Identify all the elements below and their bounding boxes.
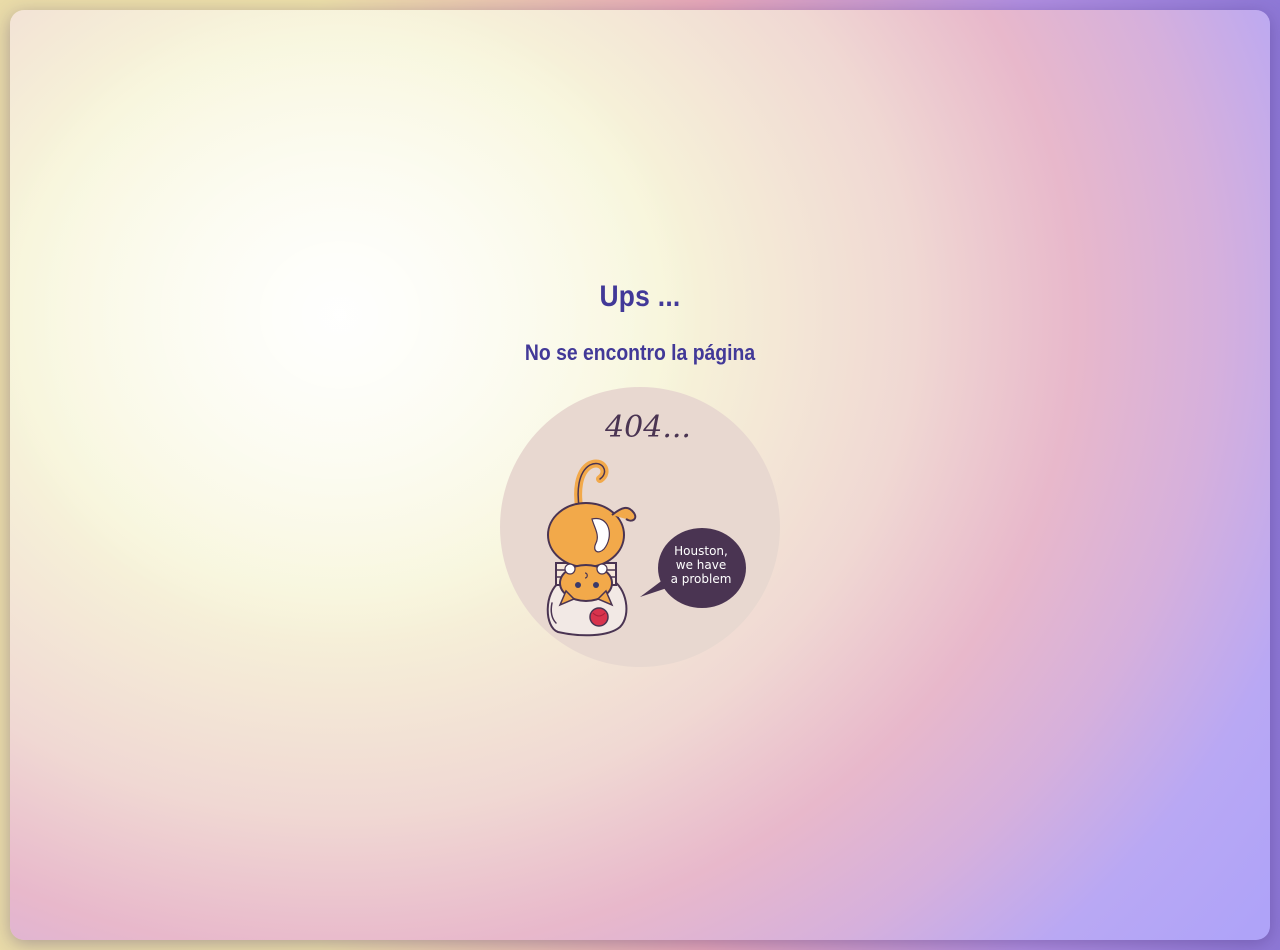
error-title: Ups ... [599, 280, 681, 313]
error-code-text: 404... [604, 410, 691, 445]
error-card: Ups ... No se encontro la página 404... [10, 10, 1270, 940]
yarn-ball-icon [589, 607, 609, 627]
cat-in-jar-icon: 404... Houston, we have a problem [500, 387, 780, 667]
error-content: Ups ... No se encontro la página 404... [10, 10, 1270, 940]
bubble-line-2: we have [676, 558, 726, 572]
error-subtitle: No se encontro la página [524, 340, 756, 365]
bubble-line-1: Houston, [674, 544, 728, 558]
bubble-line-3: a problem [671, 572, 732, 586]
